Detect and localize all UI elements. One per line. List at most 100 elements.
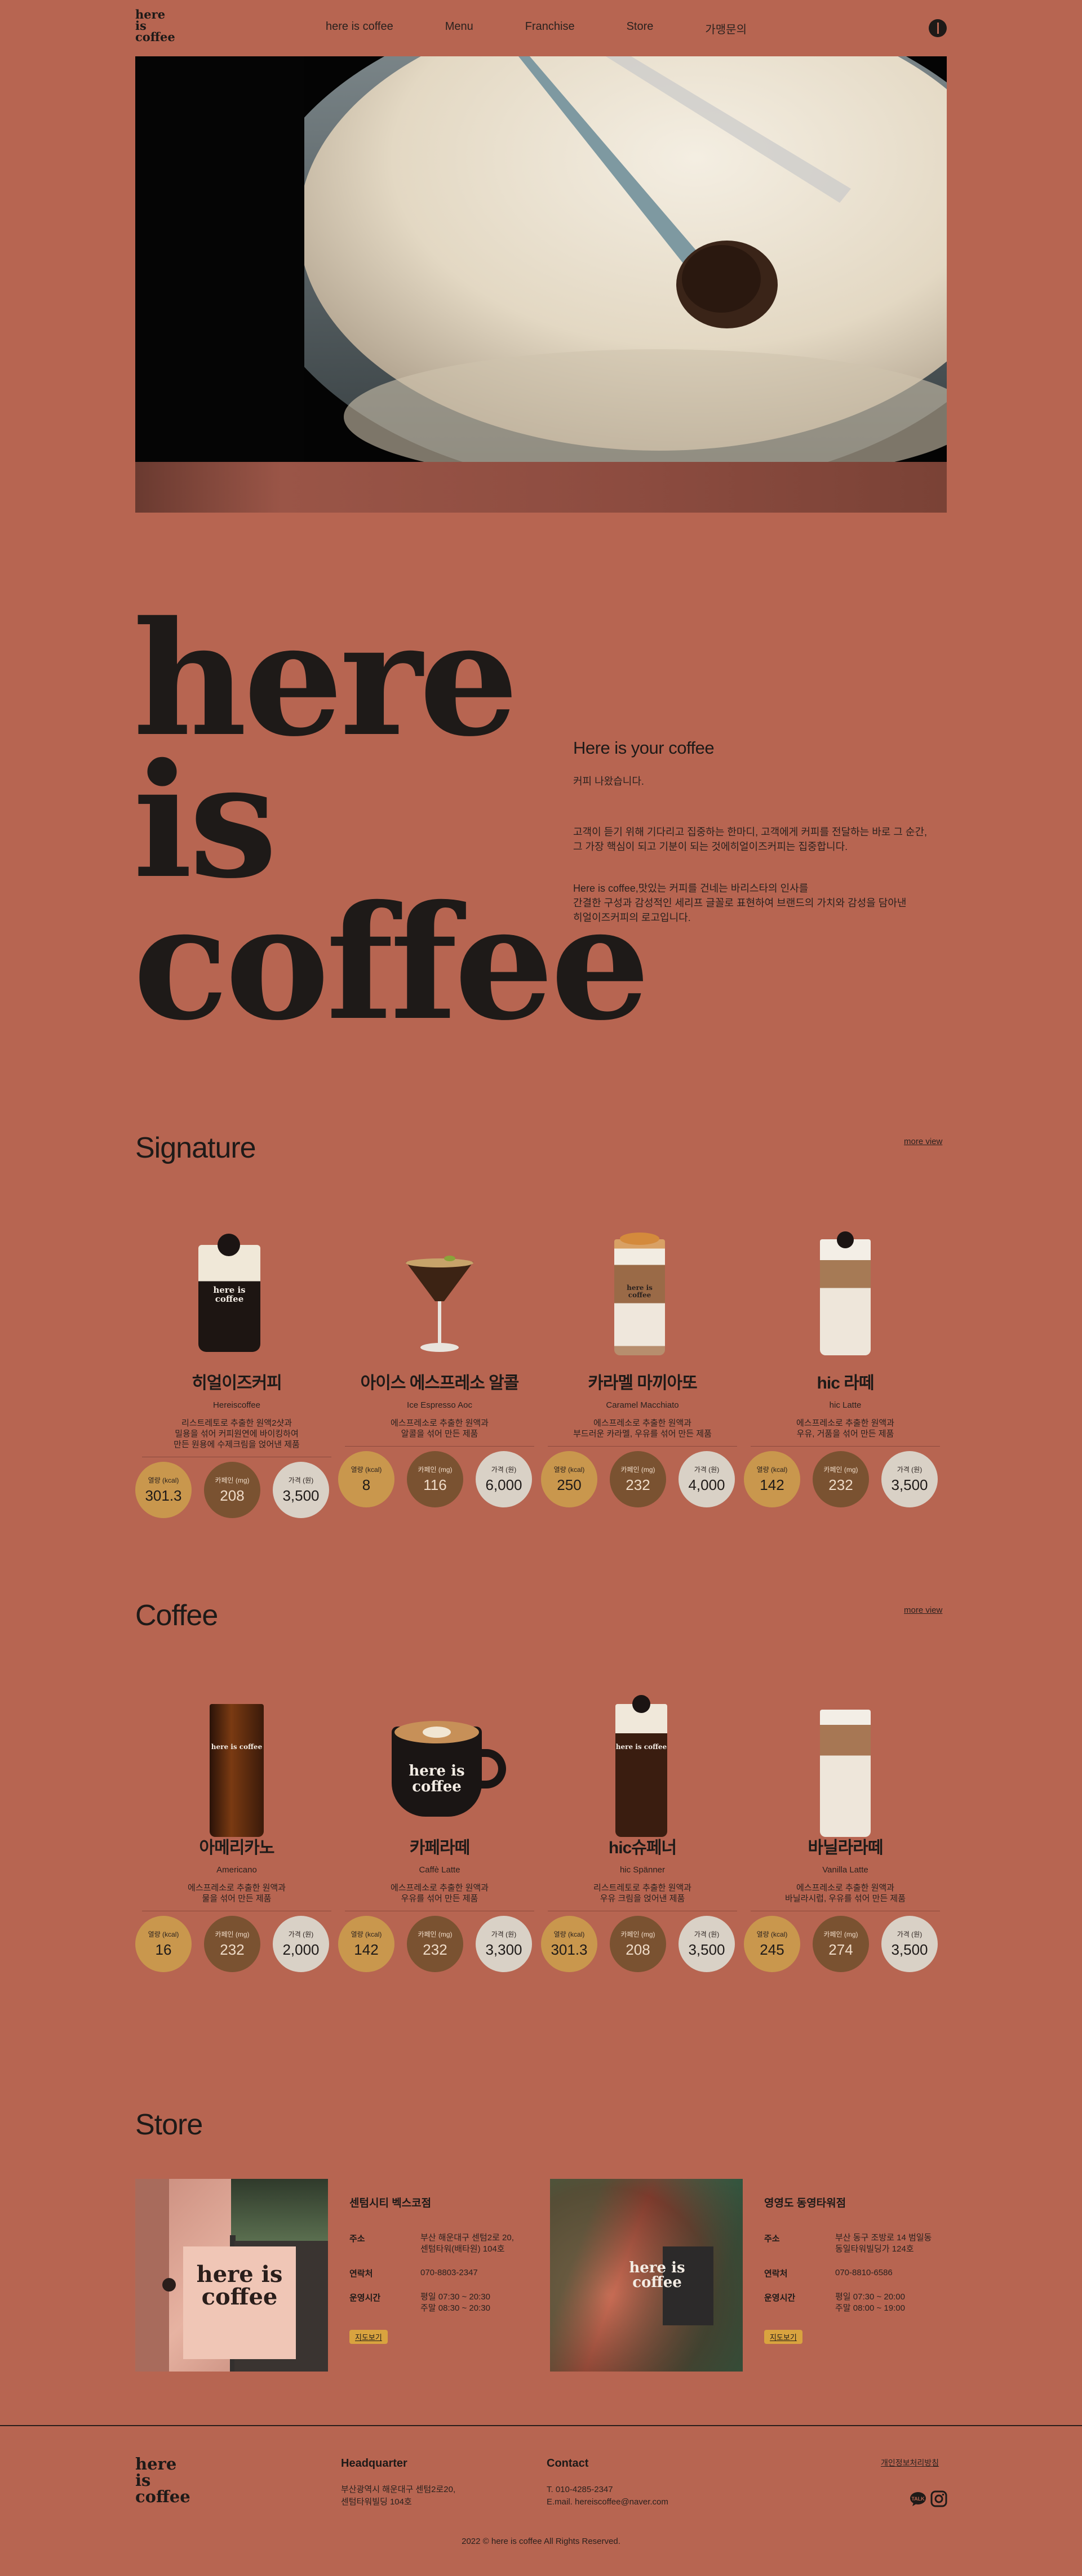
hero-banner [135,56,947,513]
stat-price: 가격 (원) 3,500 [679,1916,735,1972]
stat-kcal: 열량 (kcal) 142 [338,1916,394,1972]
product-image-caramel-macchiato: here is coffee [541,1222,744,1369]
product-name: 바닐라라떼 [808,1839,884,1857]
product-image-hic-spanner: here is coffee [541,1687,744,1837]
product-description: 에스프레소로 추출한 원액과 물을 섞어 만든 제품 [188,1883,286,1903]
product-stats: 열량 (kcal) 16 카페인 (mg) 232 가격 (원) 2,000 [135,1916,338,1972]
stat-label: 열량 (kcal) [351,1930,382,1938]
nav-item-brand[interactable]: here is coffee [326,20,393,37]
stat-value: 142 [760,1476,784,1493]
store-address-row: 주소 부산 동구 조방로 14 범일동 동일타워빌딩가 124호 [764,2232,967,2255]
stat-value: 3,500 [688,1941,725,1958]
hours-label: 운영시간 [349,2293,381,2303]
stat-value: 301.3 [145,1487,182,1504]
stat-price: 가격 (원) 4,000 [679,1451,735,1507]
product-english-name: Americano [216,1865,257,1875]
coffee-more-link[interactable]: more view [904,1605,942,1615]
stat-label: 가격 (원) [288,1476,314,1484]
stat-value: 3,500 [891,1941,928,1958]
stat-label: 열량 (kcal) [148,1476,179,1484]
stat-price: 가격 (원) 3,500 [881,1916,938,1972]
stat-kcal: 열량 (kcal) 301.3 [541,1916,597,1972]
product-stats: 열량 (kcal) 8 카페인 (mg) 116 가격 (원) 6,000 [338,1451,541,1507]
hero-coffee-photo [135,56,947,462]
privacy-policy-link[interactable]: 개인정보처리방침 [881,2457,939,2468]
intro-paragraph-3: Here is coffee,맛있는 커피를 건네는 바리스타의 인사를 간결한… [573,883,907,923]
product-stats: 열량 (kcal) 142 카페인 (mg) 232 가격 (원) 3,300 [338,1916,541,1972]
store-name: 영영도 동영타워점 [764,2197,846,2209]
map-button[interactable]: 지도보기 [349,2330,388,2344]
cup-logo: here is coffee [211,1743,263,1751]
product-name: 카페라떼 [409,1839,470,1857]
product-stats: 열량 (kcal) 142 카페인 (mg) 232 가격 (원) 3,500 [744,1451,947,1507]
footer-hq-title: Headquarter [341,2457,407,2470]
nav-item-franchise[interactable]: Franchise [525,20,575,37]
product-description: 에스프레소로 추출한 원액과 우유, 거품을 섞어 만든 제품 [796,1418,894,1439]
stat-price: 가격 (원) 3,500 [273,1462,329,1518]
stat-label: 카페인 (mg) [823,1930,858,1938]
stat-label: 열량 (kcal) [756,1930,788,1938]
stat-value: 208 [220,1487,245,1504]
header-logo[interactable]: here is coffee [135,8,175,43]
stat-label: 가격 (원) [491,1930,517,1938]
stat-value: 274 [828,1941,853,1958]
coffee-grid: here is coffee 아메리카노 Americano 에스프레소로 추출… [135,1687,947,1972]
menu-card[interactable]: here is coffee 카라멜 마끼아또 Caramel Macchiat… [541,1222,744,1518]
footer-email[interactable]: E.mail. hereiscoffee@naver.com [547,2496,668,2508]
nav-item-store[interactable]: Store [627,20,654,37]
product-english-name: Ice Espresso Aoc [407,1400,472,1410]
stat-value: 232 [423,1941,447,1958]
stat-label: 가격 (원) [694,1930,720,1938]
hours-label: 운영시간 [764,2293,796,2303]
brand-mark-icon[interactable] [929,19,947,37]
stat-value: 142 [354,1941,379,1958]
stat-value: 8 [362,1476,371,1493]
stat-kcal: 열량 (kcal) 16 [135,1916,192,1972]
menu-card[interactable]: 바닐라라떼 Vanilla Latte 에스프레소로 추출한 원액과 바닐라시럽… [744,1687,947,1972]
footer-logo[interactable]: here is coffee [135,2456,190,2505]
stat-value: 250 [557,1476,582,1493]
product-name: 히얼이즈커피 [192,1374,282,1392]
menu-card[interactable]: here is coffee hic슈페너 hic Spänner 리스트레토로… [541,1687,744,1972]
stat-value: 301.3 [551,1941,588,1958]
stat-caffeine: 카페인 (mg) 232 [407,1916,463,1972]
store-hours-row: 운영시간 평일 07:30 ~ 20:00 주말 08:00 ~ 19:00 [764,2292,967,2314]
stat-kcal: 열량 (kcal) 245 [744,1916,800,1972]
store-name: 센텀시티 벡스코점 [349,2197,432,2209]
product-image-espresso-alcohol [338,1222,541,1369]
talk-icon[interactable]: TALK [909,2490,927,2508]
stat-caffeine: 카페인 (mg) 232 [610,1451,666,1507]
stat-price: 가격 (원) 2,000 [273,1916,329,1972]
map-button[interactable]: 지도보기 [764,2330,802,2344]
stat-label: 열량 (kcal) [553,1930,585,1938]
menu-card[interactable]: 아이스 에스프레소 알콜 Ice Espresso Aoc 에스프레소로 추출한… [338,1222,541,1518]
store-info-centum: 센텀시티 벡스코점 주소 부산 해운대구 센텀2로 20, 센텀타워(배타원) 1… [349,2195,552,2344]
stat-kcal: 열량 (kcal) 250 [541,1451,597,1507]
menu-card[interactable]: here is coffee 카페라떼 Caffè Latte 에스프레소로 추… [338,1687,541,1972]
footer-contact: Contact T. 010-4285-2347 E.mail. hereisc… [547,2457,668,2508]
footer-divider [0,2425,1082,2426]
menu-card[interactable]: here is coffee 히얼이즈커피 Hereiscoffee 리스트레토… [135,1222,338,1518]
cup-logo: here is coffee [409,1763,465,1795]
store-phone-row: 연락처 070-8803-2347 [349,2267,552,2279]
stat-caffeine: 카페인 (mg) 232 [813,1451,869,1507]
stat-value: 6,000 [485,1476,522,1493]
product-description: 리스트레토로 추출한 원액2샷과 밀용을 섞어 커피원연에 바이킹하여 만든 원… [174,1418,300,1449]
menu-card[interactable]: hic 라떼 hic Latte 에스프레소로 추출한 원액과 우유, 거품을 … [744,1222,947,1518]
signature-more-link[interactable]: more view [904,1137,942,1146]
product-description: 에스프레소로 추출한 원액과 부드러운 카라멜, 우유를 섞어 만든 제품 [573,1418,712,1439]
product-stats: 열량 (kcal) 301.3 카페인 (mg) 208 가격 (원) 3,500 [135,1462,338,1518]
signature-title: Signature [135,1132,256,1164]
nav-item-inquiry[interactable]: 가맹문의 [705,20,747,37]
instagram-icon[interactable] [930,2490,948,2508]
phone-label: 연락처 [349,2269,373,2279]
stat-caffeine: 카페인 (mg) 208 [204,1462,260,1518]
stat-caffeine: 카페인 (mg) 116 [407,1451,463,1507]
nav-item-menu[interactable]: Menu [445,20,473,37]
main-nav: here is coffee Menu Franchise Store 가맹문의 [326,20,799,37]
menu-card[interactable]: here is coffee 아메리카노 Americano 에스프레소로 추출… [135,1687,338,1972]
product-stats: 열량 (kcal) 250 카페인 (mg) 232 가격 (원) 4,000 [541,1451,744,1507]
product-english-name: Hereiscoffee [213,1400,260,1410]
store-phone-row: 연락처 070-8810-6586 [764,2267,967,2279]
footer-headquarter: Headquarter 부산광역시 해운대구 센텀2로20, 센텀타워빌딩 10… [341,2457,455,2508]
